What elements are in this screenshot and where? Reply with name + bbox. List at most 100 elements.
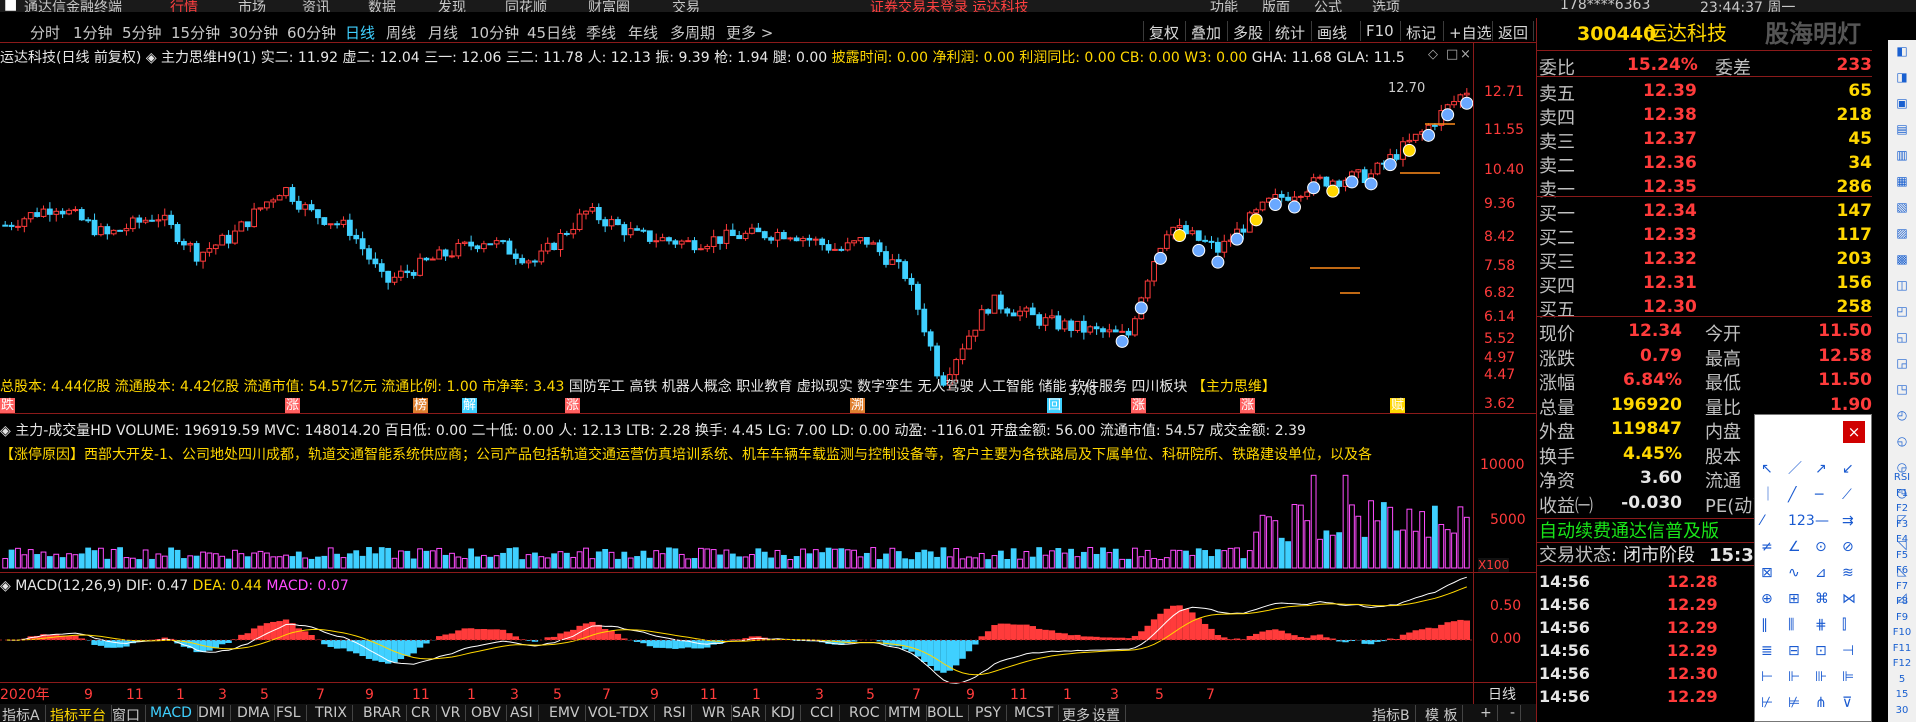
buy-row[interactable]: 买五 12.30 258 — [1537, 294, 1872, 321]
draw-tool-icon[interactable]: ⁄ — [1758, 513, 1766, 529]
signal-marker-icon[interactable] — [1345, 175, 1359, 189]
signal-marker-icon[interactable] — [1173, 229, 1187, 243]
indicator-tab[interactable]: VR — [441, 705, 467, 721]
toolbar-shortcut[interactable]: F4 — [1891, 534, 1913, 548]
draw-tool-icon[interactable]: ⊪ — [1815, 669, 1827, 685]
macd-indicator-name[interactable]: MACD(12,26,9) — [15, 578, 121, 594]
toolbar-tool-icon[interactable]: ▨ — [1891, 226, 1913, 248]
indicator-tab[interactable]: CCI — [810, 705, 840, 721]
draw-tool-icon[interactable]: ⟋ — [1842, 487, 1852, 503]
sell-row[interactable]: 卖二 12.36 34 — [1537, 150, 1872, 177]
toolbar-shortcut[interactable]: F3 — [1891, 519, 1913, 533]
toolbar-shortcut[interactable]: F2 — [1891, 503, 1913, 517]
kline-chart-area[interactable] — [0, 0, 1537, 704]
toolbar-tool-icon[interactable]: ◵ — [1891, 434, 1913, 456]
indicator-tab[interactable]: ROC — [849, 705, 886, 721]
toolbar-tool-icon[interactable]: ◴ — [1891, 408, 1913, 430]
indicator-tab[interactable]: KDJ — [771, 705, 802, 721]
indicator-tab[interactable]: EMV — [549, 705, 586, 721]
toolbar-shortcut[interactable]: 5 — [1891, 674, 1913, 688]
signal-marker-icon[interactable] — [1307, 181, 1321, 195]
toolbar-tool-icon[interactable]: ▦ — [1891, 174, 1913, 196]
toolbar-tool-icon[interactable]: ▣ — [1891, 96, 1913, 118]
draw-tool-icon[interactable]: ≠ — [1761, 539, 1773, 555]
signal-marker-icon[interactable] — [1268, 198, 1282, 212]
draw-tool-icon[interactable]: ↗ — [1815, 461, 1827, 477]
toolbar-tool-icon[interactable]: ◱ — [1891, 330, 1913, 352]
draw-tool-icon[interactable]: ∿ — [1788, 565, 1800, 581]
toolbar-shortcut[interactable]: F11 — [1891, 643, 1913, 657]
drawing-tool-icons[interactable]: ↖ ／ ↗ ↙ ｜ ╱ ─ ⟋ ⁄ 123— ⇉ ≠ ∠ ⊙ ⊘ ⊠ ∿ ⊿ ≋ ⊕ ⊞ ⌘ ⋈ ∥ ⫼ ⋕ ⫿ ≣ ⊟ ⊡ ⊣ ⊢ ⊩ ⊪ ⊫ ⊬ ⊭… — [1755, 415, 1873, 722]
draw-tool-icon[interactable]: ⊣ — [1842, 643, 1854, 659]
indicator-tab[interactable]: 指标A — [2, 705, 46, 722]
draw-tool-icon[interactable]: ─ — [1814, 487, 1824, 503]
toolbar-shortcut[interactable]: F10 — [1891, 627, 1913, 641]
indicator-tab[interactable]: CR — [411, 705, 437, 721]
draw-tool-icon[interactable]: ⇉ — [1842, 513, 1854, 529]
window-close-icon[interactable]: × — [1460, 48, 1471, 61]
toolbar-shortcut[interactable]: F5 — [1891, 550, 1913, 564]
draw-tool-icon[interactable]: ╱ — [1787, 486, 1798, 503]
draw-tool-icon[interactable]: ≋ — [1842, 565, 1854, 581]
indicator-tab[interactable]: 设置 — [1092, 705, 1126, 722]
signal-marker-icon[interactable] — [1287, 200, 1301, 214]
volume-collapse-icon[interactable]: ◈ — [0, 423, 15, 439]
draw-tool-icon[interactable]: ⊬ — [1761, 695, 1773, 711]
toolbar-tool-icon[interactable]: ▩ — [1891, 252, 1913, 274]
indicator-tab[interactable]: ASI — [510, 705, 539, 721]
volume-indicator-name[interactable]: 主力-成交量HD — [15, 423, 111, 439]
draw-tool-icon[interactable]: ⊕ — [1761, 591, 1773, 607]
draw-tool-icon[interactable]: ↙ — [1842, 461, 1854, 477]
toolbar-shortcut[interactable]: F1 — [1891, 488, 1913, 502]
indicator-tab[interactable]: TRIX — [315, 705, 353, 721]
sell-row[interactable]: 卖三 12.37 45 — [1537, 126, 1872, 153]
macd-collapse-icon[interactable]: ◈ — [0, 578, 15, 594]
draw-tool-icon[interactable]: ⊩ — [1788, 669, 1800, 685]
signal-marker-icon[interactable] — [1422, 128, 1436, 142]
toolbar-tool-icon[interactable]: ◳ — [1891, 382, 1913, 404]
draw-tool-icon[interactable]: ｜ — [1761, 487, 1775, 503]
signal-marker-icon[interactable] — [1153, 251, 1167, 265]
indicator-tab[interactable]: DMA — [237, 705, 276, 721]
toolbar-shortcut[interactable]: F6 — [1891, 565, 1913, 579]
draw-tool-icon[interactable]: ⊘ — [1842, 539, 1854, 555]
toolbar-tool-icon[interactable]: ◰ — [1891, 304, 1913, 326]
toolbar-shortcut[interactable]: RSI — [1891, 472, 1913, 486]
buy-row[interactable]: 买二 12.33 117 — [1537, 222, 1872, 249]
signal-marker-icon[interactable] — [1192, 243, 1206, 257]
signal-marker-icon[interactable] — [1441, 108, 1455, 122]
toolbar-tool-icon[interactable]: ◧ — [1891, 44, 1913, 66]
buy-row[interactable]: 买四 12.31 156 — [1537, 270, 1872, 297]
toolbar-tool-icon[interactable]: ▥ — [1891, 148, 1913, 170]
indicator-tab[interactable]: SAR — [732, 705, 767, 721]
draw-tool-icon[interactable]: ⊿ — [1815, 565, 1827, 581]
draw-tool-icon[interactable]: ⌘ — [1815, 591, 1829, 607]
signal-mark[interactable]: 涨 — [1240, 398, 1256, 413]
indicator-tab[interactable]: BRAR — [363, 705, 408, 721]
indicator-tab[interactable]: 窗口 — [112, 705, 146, 722]
toolbar-shortcut[interactable]: F7 — [1891, 581, 1913, 595]
window-max-icon[interactable]: □ — [1446, 48, 1458, 61]
indicator-tab-right[interactable]: - — [1510, 705, 1522, 721]
signal-marker-icon[interactable] — [1134, 301, 1148, 315]
draw-tool-icon[interactable]: ⊫ — [1842, 669, 1854, 685]
indicator-tab[interactable]: OBV — [471, 705, 507, 721]
sell-row[interactable]: 卖五 12.39 65 — [1537, 78, 1872, 105]
indicator-tab-right[interactable]: + — [1480, 705, 1498, 721]
sell-row[interactable]: 卖四 12.38 218 — [1537, 102, 1872, 129]
indicator-tab-right[interactable]: 指标B — [1372, 705, 1416, 722]
draw-tool-icon[interactable]: ⊠ — [1761, 565, 1773, 581]
indicator-tab[interactable]: MCST — [1014, 705, 1060, 721]
indicator-tab[interactable]: RSI — [663, 705, 692, 721]
draw-tool-icon[interactable]: 123 — [1788, 513, 1815, 529]
indicator-tab[interactable]: 指标平台 — [50, 705, 112, 722]
signal-marker-icon[interactable] — [1383, 158, 1397, 172]
toolbar-shortcut[interactable]: F9 — [1891, 612, 1913, 626]
toolbar-tool-icon[interactable]: ▧ — [1891, 200, 1913, 222]
toolbar-shortcut[interactable]: 30 — [1891, 705, 1913, 719]
buy-row[interactable]: 买一 12.34 147 — [1537, 198, 1872, 225]
draw-tool-icon[interactable]: ⊞ — [1788, 591, 1800, 607]
chart-settings-icon[interactable]: ◇ — [1428, 48, 1438, 61]
draw-tool-icon[interactable]: ∠ — [1788, 539, 1801, 555]
main-indicator-name[interactable]: 主力思维H9(1) — [161, 50, 256, 66]
